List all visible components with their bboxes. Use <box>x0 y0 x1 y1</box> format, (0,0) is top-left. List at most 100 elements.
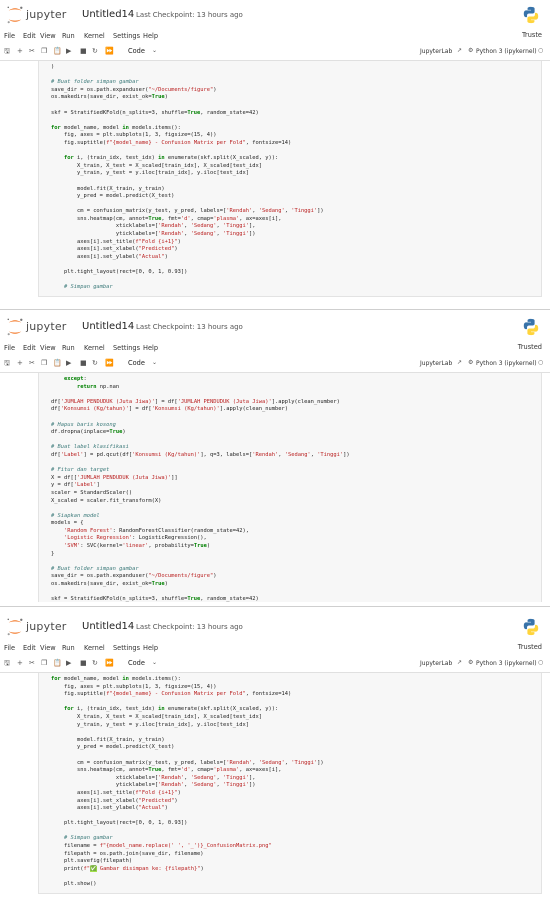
gear-icon[interactable]: ⚙ <box>468 359 473 366</box>
trusted-indicator[interactable]: Trusted <box>518 343 542 351</box>
notebook-title[interactable]: Untitled14 <box>82 321 134 332</box>
code-line: plt.savefig(filepath) <box>51 858 133 865</box>
jupyter-logo-icon <box>7 6 23 24</box>
cell-type-select[interactable]: Code <box>128 47 145 55</box>
restart-icon[interactable]: ↻ <box>92 47 98 55</box>
add-cell-icon[interactable]: + <box>17 659 23 667</box>
restart-icon[interactable]: ↻ <box>92 659 98 667</box>
stop-icon[interactable]: ■ <box>80 359 87 367</box>
paste-icon[interactable]: 📋 <box>53 359 62 367</box>
menu-edit[interactable]: Edit <box>23 644 36 652</box>
menu-kernel[interactable]: Kernel <box>84 644 105 652</box>
menu-settings[interactable]: Settings <box>113 32 140 40</box>
jupyterlab-link[interactable]: JupyterLab <box>420 660 452 667</box>
menu-help[interactable]: Help <box>143 32 158 40</box>
stop-icon[interactable]: ■ <box>80 659 87 667</box>
last-checkpoint: Last Checkpoint: 13 hours ago <box>136 11 243 19</box>
trusted-indicator[interactable]: Truste <box>522 31 542 39</box>
notebook-title[interactable]: Untitled14 <box>82 9 134 20</box>
screenshot-divider <box>0 309 550 310</box>
menu-settings[interactable]: Settings <box>113 344 140 352</box>
notebook-title[interactable]: Untitled14 <box>82 621 134 632</box>
copy-icon[interactable]: ❐ <box>41 659 47 667</box>
cut-icon[interactable]: ✂ <box>29 659 35 667</box>
code-line: for i, (train_idx, test_idx) in enumerat… <box>63 155 279 162</box>
code-line: axes[i].set_title(f"Fold {i+1}") <box>51 789 181 796</box>
run-all-icon[interactable]: ⏩ <box>105 47 114 55</box>
menu-file[interactable]: File <box>4 344 15 352</box>
menu-help[interactable]: Help <box>143 344 158 352</box>
notebook-header: jupyter Untitled14 Last Checkpoint: 13 h… <box>0 0 550 30</box>
copy-icon[interactable]: ❐ <box>41 359 47 367</box>
menu-run[interactable]: Run <box>62 344 75 352</box>
gear-icon[interactable]: ⚙ <box>468 659 473 666</box>
copy-icon[interactable]: ❐ <box>41 47 47 55</box>
menu-kernel[interactable]: Kernel <box>84 344 105 352</box>
kernel-status[interactable]: Python 3 (ipykernel) <box>476 660 537 667</box>
run-all-icon[interactable]: ⏩ <box>105 359 114 367</box>
stop-icon[interactable]: ■ <box>80 47 87 55</box>
jupyter-logo-icon <box>7 618 23 636</box>
external-link-icon: ↗ <box>457 359 463 366</box>
code-line: sns.heatmap(cm, annot=True, fmt='d', cma… <box>51 767 282 774</box>
cut-icon[interactable]: ✂ <box>29 359 35 367</box>
menu-edit[interactable]: Edit <box>23 344 36 352</box>
run-icon[interactable]: ▶ <box>66 359 71 367</box>
run-all-icon[interactable]: ⏩ <box>105 659 114 667</box>
cut-icon[interactable]: ✂ <box>29 47 35 55</box>
code-line: os.makedirs(save_dir, exist_ok=True) <box>51 94 168 101</box>
gear-icon[interactable]: ⚙ <box>468 47 473 54</box>
run-icon[interactable]: ▶ <box>66 659 71 667</box>
menu-help[interactable]: Help <box>143 644 158 652</box>
code-line: os.makedirs(save_dir, exist_ok=True) <box>51 581 168 588</box>
paste-icon[interactable]: 📋 <box>53 659 62 667</box>
code-line: axes[i].set_ylabel("Actual") <box>51 253 168 260</box>
add-cell-icon[interactable]: + <box>17 47 23 55</box>
restart-icon[interactable]: ↻ <box>92 359 98 367</box>
code-line: axes[i].set_title(f"Fold {i+1}") <box>51 238 181 245</box>
menu-run[interactable]: Run <box>62 644 75 652</box>
save-icon[interactable]: 🖫 <box>4 47 10 58</box>
kernel-status[interactable]: Python 3 (ipykernel) <box>476 48 537 55</box>
code-line: # Buat label klasifikasi <box>51 444 129 451</box>
trusted-indicator[interactable]: Trusted <box>518 643 542 651</box>
code-line: y_train, y_test = y.iloc[train_idx], y.i… <box>51 170 249 177</box>
code-line: skf = StratifiedKFold(n_splits=3, shuffl… <box>51 109 259 116</box>
code-line: fig.suptitle(f"{model_name} - Confusion … <box>51 139 292 146</box>
menu-bar: File Edit View Run Kernel Settings Help Trusted <box>0 342 550 356</box>
kernel-status[interactable]: Python 3 (ipykernel) <box>476 360 537 367</box>
menu-file[interactable]: File <box>4 32 15 40</box>
code-line: return np.nan <box>76 383 120 390</box>
code-line: # Fitur dan target <box>51 467 110 474</box>
save-icon[interactable]: 🖫 <box>4 359 10 370</box>
menu-view[interactable]: View <box>40 344 56 352</box>
jupyterlab-link[interactable]: JupyterLab <box>420 48 452 55</box>
menu-view[interactable]: View <box>40 32 56 40</box>
notebook-header: jupyter Untitled14 Last Checkpoint: 13 h… <box>0 312 550 342</box>
paste-icon[interactable]: 📋 <box>53 47 62 55</box>
cell-type-select[interactable]: Code <box>128 659 145 667</box>
add-cell-icon[interactable]: + <box>17 359 23 367</box>
cell-type-select[interactable]: Code <box>128 359 145 367</box>
menu-edit[interactable]: Edit <box>23 32 36 40</box>
menu-file[interactable]: File <box>4 644 15 652</box>
jupyter-brand: jupyter <box>26 620 67 633</box>
menu-settings[interactable]: Settings <box>113 644 140 652</box>
code-line: # Simpan gambar <box>51 284 113 291</box>
save-icon[interactable]: 🖫 <box>4 659 10 670</box>
code-cell[interactable]: ) # Buat folder simpan gambar save_dir = o… <box>38 61 542 297</box>
code-cell[interactable]: for model_name, model in models.items():… <box>38 673 542 894</box>
jupyterlab-link[interactable]: JupyterLab <box>420 360 452 367</box>
run-icon[interactable]: ▶ <box>66 47 71 55</box>
menu-run[interactable]: Run <box>62 32 75 40</box>
code-line: X_train, X_test = X_scaled[train_idx], X… <box>51 162 262 169</box>
last-checkpoint: Last Checkpoint: 13 hours ago <box>136 623 243 631</box>
code-line: models = { <box>51 520 84 527</box>
menu-kernel[interactable]: Kernel <box>84 32 105 40</box>
menu-view[interactable]: View <box>40 644 56 652</box>
code-cell[interactable]: except: return np.nan df['JUMLAH PENDUDUK… <box>38 373 542 602</box>
